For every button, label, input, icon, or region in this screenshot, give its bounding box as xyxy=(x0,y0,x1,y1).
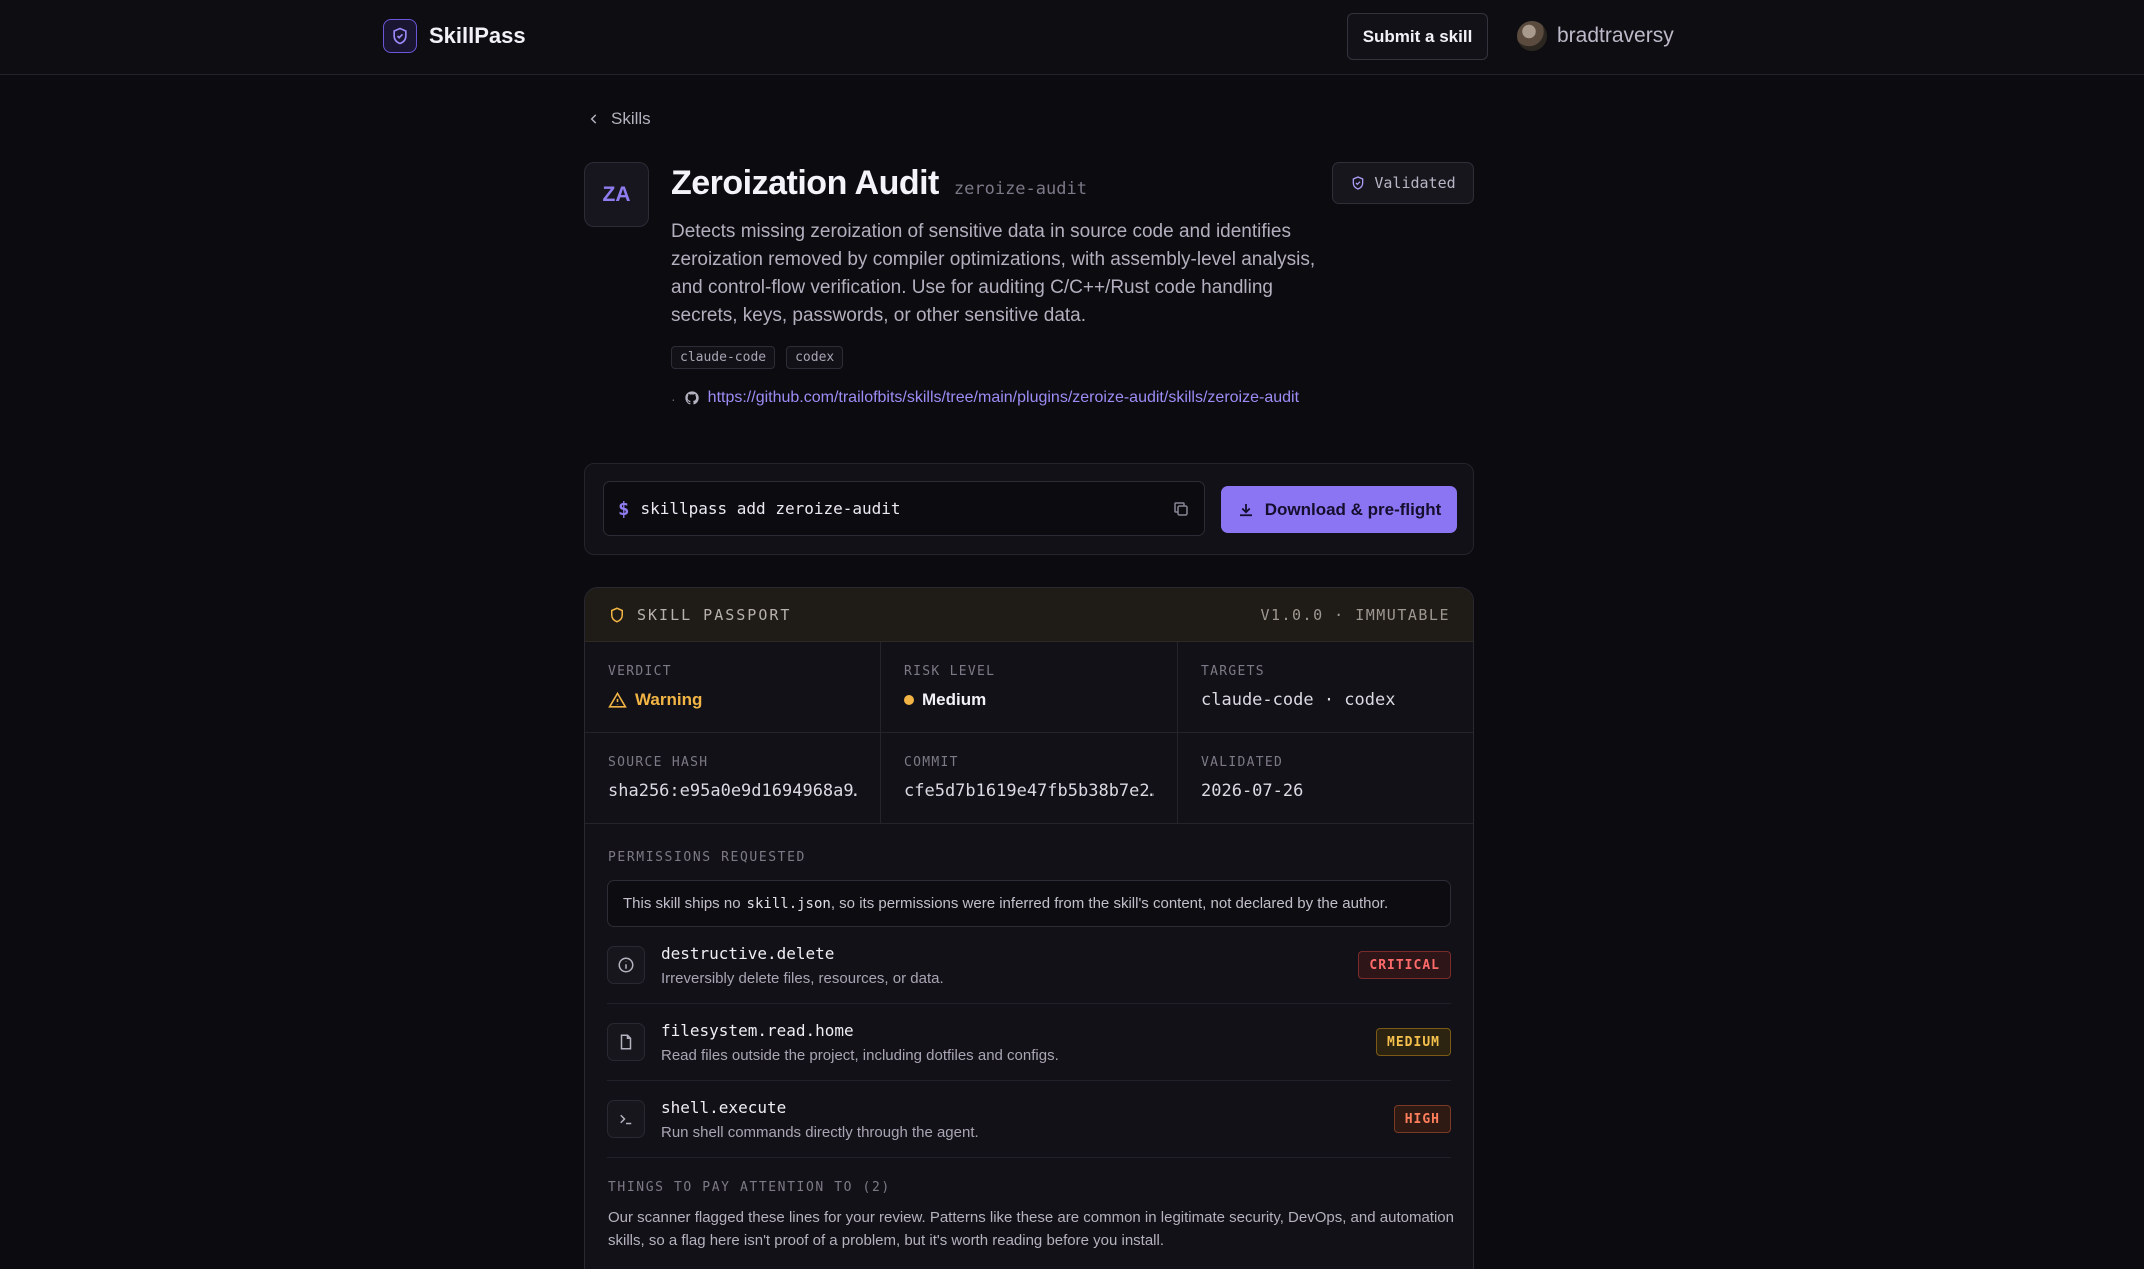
download-button-label: Download & pre-flight xyxy=(1264,499,1442,519)
cell-label: COMMIT xyxy=(904,755,959,770)
cell-label: VERDICT xyxy=(608,664,672,679)
cell-label: TARGETS xyxy=(1201,664,1265,679)
shield-logo-icon xyxy=(383,19,417,53)
attention-heading: THINGS TO PAY ATTENTION TO (2) xyxy=(608,1180,891,1195)
tag-list: claude-code codex xyxy=(671,346,844,369)
notice-text-before: This skill ships no xyxy=(623,895,741,912)
permission-name: filesystem.read.home xyxy=(661,1020,854,1040)
severity-badge: CRITICAL xyxy=(1358,951,1451,979)
download-icon xyxy=(1239,503,1252,516)
brand[interactable]: SkillPass xyxy=(383,19,526,53)
permission-name: shell.execute xyxy=(661,1097,787,1117)
risk-dot xyxy=(904,695,914,705)
repo-link-row: · https://github.com/trailofbits/skills/… xyxy=(671,386,1328,409)
severity-badge: MEDIUM xyxy=(1376,1028,1451,1056)
install-command[interactable]: $ skillpass add zeroize-audit xyxy=(603,481,1205,536)
skill-initials-avatar: ZA xyxy=(584,162,649,227)
attention-text: Our scanner flagged these lines for your… xyxy=(608,1209,1454,1249)
commit-value: cfe5d7b1619e47fb5b38b7e2… xyxy=(904,781,1154,801)
source-hash-value: sha256:e95a0e9d1694968a9… xyxy=(608,781,857,801)
skill-slug: zeroize-audit xyxy=(953,179,1087,199)
submit-skill-button[interactable]: Submit a skill xyxy=(1347,13,1488,60)
inferred-permissions-notice: This skill ships no skill.json , so its … xyxy=(607,880,1451,927)
permission-name: destructive.delete xyxy=(661,943,835,963)
permission-desc: Irreversibly delete files, resources, or… xyxy=(661,969,944,987)
shell-prompt: $ xyxy=(618,497,630,520)
warning-icon xyxy=(608,691,627,708)
passport-header: SKILL PASSPORT V1.0.0 · IMMUTABLE xyxy=(585,588,1473,642)
chevron-left-icon xyxy=(590,114,597,124)
install-command-text: skillpass add zeroize-audit xyxy=(640,499,901,518)
brand-name: SkillPass xyxy=(429,23,526,48)
skill-description: Detects missing zeroization of sensitive… xyxy=(671,221,1316,326)
status-badge-label: Validated xyxy=(1374,174,1456,192)
passport-grid: VERDICT Warning RISK LEVEL Medium TARGET… xyxy=(585,642,1473,824)
shield-check-icon xyxy=(1353,176,1364,190)
passport-title: SKILL PASSPORT xyxy=(637,605,792,624)
copy-icon[interactable] xyxy=(1172,500,1190,518)
commit-cell: COMMIT cfe5d7b1619e47fb5b38b7e2… xyxy=(881,733,1178,824)
permission-desc: Read files outside the project, includin… xyxy=(661,1046,1059,1064)
install-panel: $ skillpass add zeroize-audit Download &… xyxy=(584,463,1474,555)
permission-desc: Run shell commands directly through the … xyxy=(661,1123,979,1141)
skill-passport: SKILL PASSPORT V1.0.0 · IMMUTABLE VERDIC… xyxy=(584,587,1474,1269)
status-badge: Validated xyxy=(1332,162,1474,204)
validated-date-value: 2026-07-26 xyxy=(1201,781,1304,801)
notice-text-after: , so its permissions were inferred from … xyxy=(830,895,1389,912)
tag: codex xyxy=(786,346,844,369)
notice-code: skill.json xyxy=(746,895,831,912)
separator-dot: · xyxy=(671,391,676,407)
github-icon xyxy=(684,391,699,405)
info-icon xyxy=(607,946,645,984)
verdict-value: Warning xyxy=(635,690,703,709)
user-menu[interactable]: bradtraversy xyxy=(1517,21,1674,51)
repo-link[interactable]: https://github.com/trailofbits/skills/tr… xyxy=(708,386,1328,409)
tag: claude-code xyxy=(671,346,776,369)
permissions-heading: PERMISSIONS REQUESTED xyxy=(608,850,806,865)
source-hash-cell: SOURCE HASH sha256:e95a0e9d1694968a9… xyxy=(585,733,881,824)
verdict-cell: VERDICT Warning xyxy=(585,642,881,733)
avatar xyxy=(1517,21,1547,51)
top-nav: SkillPass Submit a skill bradtraversy xyxy=(0,0,2144,75)
file-icon xyxy=(607,1023,645,1061)
cell-label: RISK LEVEL xyxy=(904,664,996,679)
terminal-icon xyxy=(607,1100,645,1138)
permission-row: destructive.delete Irreversibly delete f… xyxy=(607,927,1451,1004)
targets-cell: TARGETS claude-code · codex xyxy=(1178,642,1473,733)
cell-label: VALIDATED xyxy=(1201,755,1284,770)
download-button[interactable]: Download & pre-flight xyxy=(1221,486,1457,533)
title-row: Zeroization Audit zeroize-audit xyxy=(671,164,1087,203)
permission-row: filesystem.read.home Read files outside … xyxy=(607,1004,1451,1081)
risk-level-value: Medium xyxy=(922,690,987,709)
severity-badge: HIGH xyxy=(1393,1105,1451,1133)
username: bradtraversy xyxy=(1557,24,1674,47)
page-title: Zeroization Audit xyxy=(671,164,939,202)
validated-cell: VALIDATED 2026-07-26 xyxy=(1178,733,1473,824)
passport-version: V1.0.0 · IMMUTABLE xyxy=(1260,605,1450,624)
risk-level-cell: RISK LEVEL Medium xyxy=(881,642,1178,733)
targets-value: claude-code · codex xyxy=(1201,690,1396,710)
breadcrumb-label: Skills xyxy=(611,109,651,128)
cell-label: SOURCE HASH xyxy=(608,755,709,770)
permission-row: shell.execute Run shell commands directl… xyxy=(607,1081,1451,1158)
breadcrumb[interactable]: Skills xyxy=(587,109,651,129)
shield-icon xyxy=(611,606,623,623)
